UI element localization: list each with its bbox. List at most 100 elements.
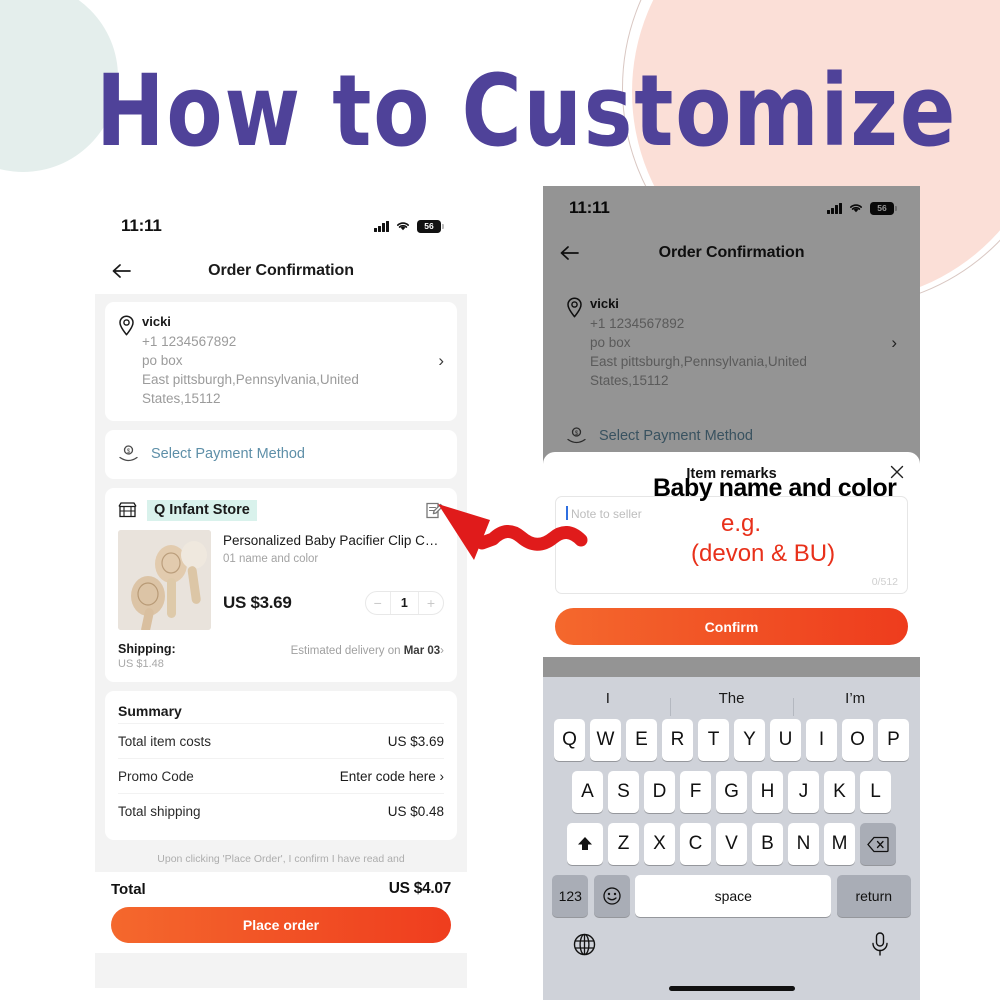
- key-g[interactable]: G: [716, 771, 747, 813]
- quantity-stepper[interactable]: − 1 +: [364, 591, 444, 616]
- address-line3: States,15112: [142, 391, 221, 407]
- status-bar: 11:11 56: [95, 204, 467, 248]
- key-p[interactable]: P: [878, 719, 909, 761]
- keyboard-row-4: 123 space return: [546, 875, 917, 917]
- prediction-word[interactable]: I’m: [793, 690, 917, 716]
- key-k[interactable]: K: [824, 771, 855, 813]
- summary-card: Summary Total item costs US $3.69 Promo …: [105, 690, 457, 840]
- phone-screen-left: 11:11 56 Order Confirmation vicki +1 123…: [95, 204, 467, 988]
- quantity-value: 1: [389, 592, 419, 615]
- key-y[interactable]: Y: [734, 719, 765, 761]
- key-v[interactable]: V: [716, 823, 747, 865]
- summary-label: Total item costs: [118, 733, 212, 749]
- summary-row[interactable]: Promo Code Enter code here ›: [118, 757, 444, 793]
- keyboard-row-2: A S D F G H J K L: [546, 771, 917, 813]
- storefront-icon: [118, 502, 137, 518]
- shipping-cost: US $1.48: [118, 657, 164, 670]
- page-title: How to Customize: [96, 53, 958, 169]
- key-t[interactable]: T: [698, 719, 729, 761]
- store-name[interactable]: Q Infant Store: [147, 499, 257, 521]
- key-a[interactable]: A: [572, 771, 603, 813]
- key-r[interactable]: R: [662, 719, 693, 761]
- total-label: Total: [111, 880, 146, 898]
- payment-method-card[interactable]: $ Select Payment Method: [105, 429, 457, 479]
- address-phone: +1 1234567892: [142, 334, 237, 349]
- product-price: US $3.69: [223, 593, 292, 613]
- item-remarks-modal: Item remarks Note to seller 0/512 Baby n…: [543, 452, 920, 657]
- product-title[interactable]: Personalized Baby Pacifier Clip Custo…: [223, 532, 444, 550]
- key-w[interactable]: W: [590, 719, 621, 761]
- phone-screen-right: 11:11 56 Order Confirmation vicki +1 123…: [543, 186, 920, 1000]
- return-key[interactable]: return: [836, 875, 911, 917]
- key-l[interactable]: L: [860, 771, 891, 813]
- quantity-decrease-button[interactable]: −: [366, 592, 390, 614]
- key-z[interactable]: Z: [608, 823, 639, 865]
- nav-bar: Order Confirmation: [95, 248, 467, 294]
- address-name: vicki: [142, 314, 171, 329]
- character-counter: 0/512: [871, 576, 898, 588]
- cellular-bars-icon: [374, 220, 389, 232]
- prediction-word[interactable]: The: [669, 690, 794, 716]
- microphone-icon[interactable]: [869, 931, 891, 962]
- address-card[interactable]: vicki +1 1234567892 po box East pittsbur…: [105, 302, 457, 421]
- key-b[interactable]: B: [752, 823, 783, 865]
- select-payment-method-label: Select Payment Method: [151, 446, 305, 463]
- confirm-button[interactable]: Confirm: [555, 608, 908, 645]
- key-h[interactable]: H: [752, 771, 783, 813]
- promo-code-entry[interactable]: Enter code here ›: [340, 769, 444, 784]
- home-indicator: [668, 986, 795, 991]
- key-e[interactable]: E: [626, 719, 657, 761]
- product-thumbnail[interactable]: [118, 529, 211, 630]
- chevron-right-icon[interactable]: ›: [438, 351, 444, 371]
- key-o[interactable]: O: [842, 719, 873, 761]
- total-value: US $4.07: [388, 880, 452, 898]
- delivery-estimate-prefix: Estimated delivery on: [290, 644, 404, 657]
- annotation-example-value: (devon & BU): [691, 540, 836, 567]
- back-arrow-icon[interactable]: [109, 258, 135, 284]
- order-disclaimer: Upon clicking 'Place Order', I confirm I…: [157, 852, 405, 865]
- place-order-button[interactable]: Place order: [111, 907, 451, 944]
- key-f[interactable]: F: [680, 771, 711, 813]
- address-line1: po box: [142, 353, 183, 369]
- emoji-smiley-icon[interactable]: [593, 875, 630, 917]
- summary-value: US $0.48: [387, 803, 444, 819]
- numbers-key[interactable]: 123: [552, 875, 589, 917]
- key-d[interactable]: D: [644, 771, 675, 813]
- battery-level: 56: [424, 221, 434, 231]
- globe-icon[interactable]: [572, 932, 597, 962]
- address-line2: East pittsburgh,Pennsylvania,United: [142, 372, 359, 388]
- store-product-card: Q Infant Store Personalized Baby Pacifie…: [105, 487, 457, 682]
- page-header-title: Order Confirmation: [208, 262, 354, 279]
- shipping-chevron-icon: ›: [440, 644, 444, 657]
- keyboard-row-3: Z X C V B N M: [546, 823, 917, 865]
- delivery-estimate-date: Mar 03: [403, 644, 441, 657]
- shift-arrow-icon[interactable]: [566, 823, 603, 865]
- checkout-footer: Total US $4.07 Place order: [95, 872, 467, 954]
- shipping-row[interactable]: Shipping: US $1.48 Estimated delivery on…: [118, 642, 444, 670]
- payment-hand-icon: $: [119, 444, 138, 461]
- quantity-increase-button[interactable]: +: [419, 592, 443, 614]
- summary-title: Summary: [118, 702, 182, 719]
- summary-label: Total shipping: [118, 803, 201, 819]
- summary-value: US $3.69: [387, 733, 444, 749]
- space-key[interactable]: space: [635, 875, 832, 917]
- annotation-example-label: e.g.: [721, 510, 762, 537]
- location-pin-icon: [118, 314, 142, 341]
- key-i[interactable]: I: [806, 719, 837, 761]
- status-time: 11:11: [121, 216, 162, 235]
- key-n[interactable]: N: [788, 823, 819, 865]
- key-c[interactable]: C: [680, 823, 711, 865]
- key-u[interactable]: U: [770, 719, 801, 761]
- prediction-bar: I The I’m: [546, 677, 917, 719]
- onscreen-keyboard: I The I’m Q W E R T Y U I O P A S D F G …: [543, 677, 920, 1000]
- summary-row: Total item costs US $3.69: [118, 722, 444, 758]
- key-x[interactable]: X: [644, 823, 675, 865]
- key-q[interactable]: Q: [554, 719, 585, 761]
- key-j[interactable]: J: [788, 771, 819, 813]
- summary-label: Promo Code: [118, 768, 194, 784]
- summary-row: Total shipping US $0.48: [118, 792, 444, 828]
- key-s[interactable]: S: [608, 771, 639, 813]
- prediction-word[interactable]: I: [546, 690, 670, 707]
- backspace-icon[interactable]: [860, 823, 897, 865]
- key-m[interactable]: M: [824, 823, 855, 865]
